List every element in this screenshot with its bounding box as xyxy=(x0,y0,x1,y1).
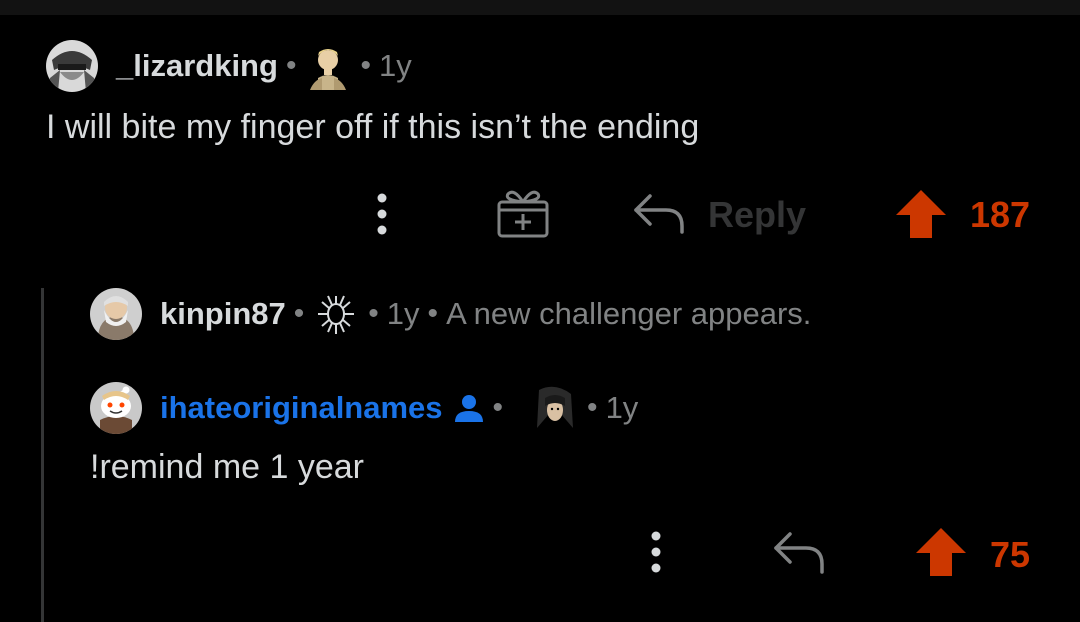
comment-age: 1y xyxy=(378,48,412,83)
comment-text: !remind me 1 year xyxy=(90,448,364,486)
op-user-icon xyxy=(453,392,485,424)
more-options-icon[interactable] xyxy=(642,530,670,574)
separator: • xyxy=(492,391,504,424)
avatar[interactable] xyxy=(90,382,142,434)
upvote-icon[interactable] xyxy=(914,526,968,578)
comment-text: I will bite my finger off if this isn’t … xyxy=(46,108,700,146)
top-bar xyxy=(0,0,1080,15)
username[interactable]: kinpin87 xyxy=(160,296,286,332)
separator: • xyxy=(360,49,371,82)
avatar[interactable] xyxy=(90,288,142,340)
more-options-icon[interactable] xyxy=(368,192,396,236)
reply-icon[interactable] xyxy=(772,528,828,574)
comment-3-header: ihateoriginalnames • • 1y xyxy=(90,380,638,436)
separator: • xyxy=(368,297,379,330)
collapsed-reason: A new challenger appears. xyxy=(446,296,812,331)
separator: • xyxy=(587,391,598,424)
comment-2-header: kinpin87 • • 1y • A new challenger appea… xyxy=(90,286,811,342)
vote-score: 187 xyxy=(970,194,1031,235)
user-flair xyxy=(312,290,360,338)
comment-age: 1y xyxy=(605,390,639,425)
reply-icon[interactable] xyxy=(632,190,688,234)
vote-score: 75 xyxy=(990,534,1031,575)
separator: • xyxy=(293,297,305,330)
comment-1-header: _lizardking • • 1y xyxy=(46,38,412,94)
separator: • xyxy=(427,297,439,330)
user-flair xyxy=(531,384,579,432)
upvote-icon[interactable] xyxy=(894,188,948,240)
user-flair xyxy=(304,42,352,90)
username[interactable]: _lizardking xyxy=(116,48,278,84)
op-username[interactable]: ihateoriginalnames xyxy=(160,390,443,426)
thread-line[interactable] xyxy=(41,288,44,622)
award-icon[interactable] xyxy=(494,184,552,240)
avatar[interactable] xyxy=(46,40,98,92)
reply-button[interactable]: Reply xyxy=(708,194,806,236)
separator: • xyxy=(285,49,297,82)
comment-age: 1y xyxy=(386,296,420,331)
